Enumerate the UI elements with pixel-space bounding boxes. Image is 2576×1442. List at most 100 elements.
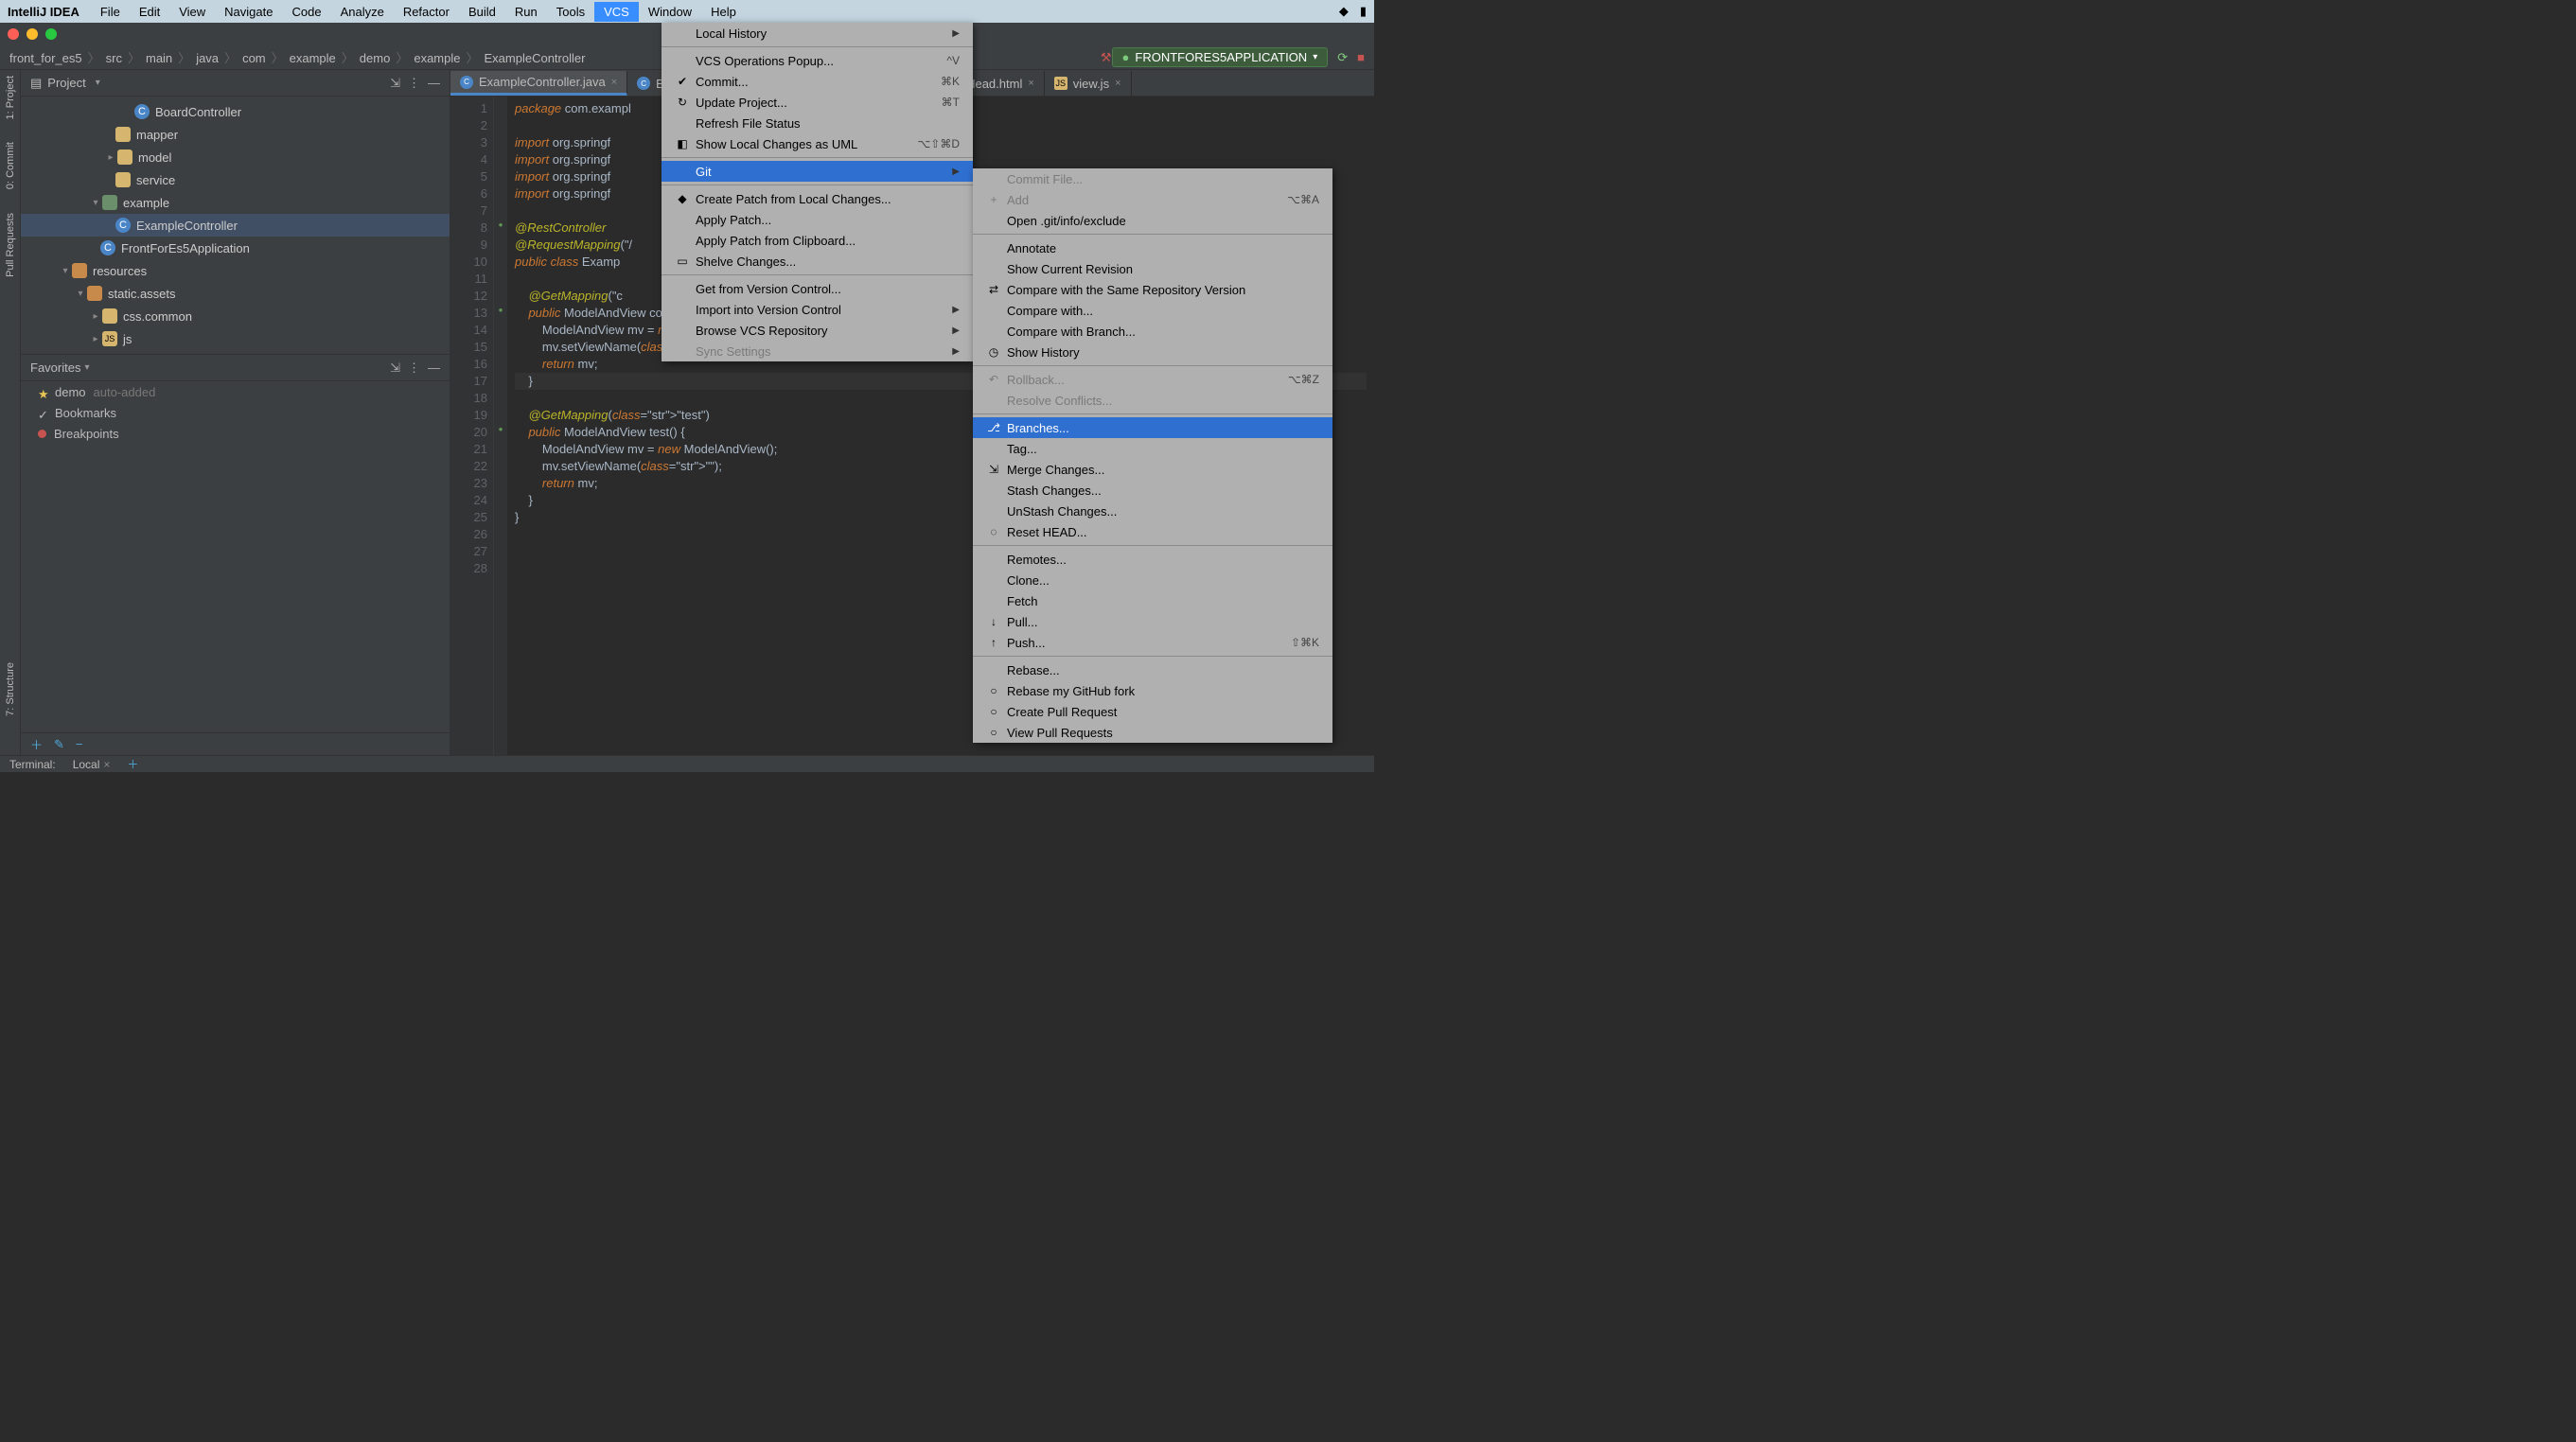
menu-item[interactable]: Compare with... (973, 300, 1332, 321)
run-icon[interactable]: ⟳ (1337, 50, 1348, 65)
menu-item[interactable]: VCS Operations Popup...^V (662, 50, 973, 71)
collapse-icon[interactable]: ⇲ (390, 76, 400, 91)
favorites-item[interactable]: ★demoauto-added (21, 381, 450, 402)
menu-file[interactable]: File (91, 2, 130, 22)
menu-item[interactable]: Apply Patch from Clipboard... (662, 230, 973, 251)
edit-icon[interactable]: ✎ (54, 737, 64, 752)
terminal-tab[interactable]: Local× (73, 758, 111, 771)
editor-tab[interactable]: CExampleController.java× (450, 71, 627, 96)
menu-item[interactable]: ✔Commit...⌘K (662, 71, 973, 92)
menu-item[interactable]: Stash Changes... (973, 480, 1332, 501)
close-tab-icon[interactable]: × (611, 77, 617, 88)
favorites-item[interactable]: Breakpoints (21, 423, 450, 444)
menu-item[interactable]: Open .git/info/exclude (973, 210, 1332, 231)
menu-run[interactable]: Run (505, 2, 547, 22)
settings-icon[interactable]: ⋮ (408, 76, 420, 91)
menu-item[interactable]: Git▶ (662, 161, 973, 182)
menu-item[interactable]: ○Rebase my GitHub fork (973, 680, 1332, 701)
tool-project[interactable]: 1: Project (5, 76, 16, 119)
git-submenu[interactable]: Commit File...+Add⌥⌘AOpen .git/info/excl… (973, 168, 1332, 743)
menu-item[interactable]: Rebase... (973, 659, 1332, 680)
tree-item[interactable]: mapper (21, 123, 450, 146)
menu-build[interactable]: Build (459, 2, 505, 22)
menu-item[interactable]: ↑Push...⇧⌘K (973, 632, 1332, 653)
tree-twisty[interactable]: ▸ (89, 311, 102, 322)
menu-item[interactable]: UnStash Changes... (973, 501, 1332, 521)
menu-item[interactable]: ⇲Merge Changes... (973, 459, 1332, 480)
tree-item[interactable]: service (21, 168, 450, 191)
breadcrumb-item[interactable]: demo (360, 51, 391, 65)
remove-icon[interactable]: − (76, 737, 83, 751)
tree-item[interactable]: CExampleController (21, 214, 450, 237)
tree-twisty[interactable]: ▾ (89, 198, 102, 208)
tool-pull-requests[interactable]: Pull Requests (5, 213, 16, 277)
evernote-icon[interactable]: ◆ (1339, 4, 1349, 19)
menu-item[interactable]: Browse VCS Repository▶ (662, 320, 973, 341)
stop-icon[interactable]: ■ (1357, 50, 1365, 64)
menu-analyze[interactable]: Analyze (331, 2, 394, 22)
minimize-window[interactable] (26, 28, 38, 40)
run-config-selector[interactable]: ● FRONTFORES5APPLICATION (1112, 47, 1329, 67)
breadcrumb-item[interactable]: src (106, 51, 122, 65)
menu-window[interactable]: Window (639, 2, 701, 22)
close-window[interactable] (8, 28, 19, 40)
menu-code[interactable]: Code (282, 2, 330, 22)
tree-twisty[interactable]: ▸ (104, 152, 117, 163)
breadcrumb-item[interactable]: ExampleController (485, 51, 586, 65)
favorites-item[interactable]: ✓Bookmarks (21, 402, 450, 423)
tool-commit[interactable]: 0: Commit (5, 142, 16, 189)
tree-item[interactable]: ▸JSjs (21, 327, 450, 350)
project-tree[interactable]: CBoardControllermapper▸modelservice▾exam… (21, 97, 450, 354)
menu-item[interactable]: ◧Show Local Changes as UML⌥⇧⌘D (662, 133, 973, 154)
close-icon[interactable]: × (103, 758, 110, 771)
menu-item[interactable]: Show Current Revision (973, 258, 1332, 279)
menu-item[interactable]: ⎇Branches... (973, 417, 1332, 438)
menu-item[interactable]: Tag... (973, 438, 1332, 459)
breadcrumb-item[interactable]: main (146, 51, 172, 65)
project-panel-header[interactable]: ▤Project ⇲ ⋮ — (21, 70, 450, 97)
window-controls[interactable] (8, 28, 57, 40)
menu-item[interactable]: Compare with Branch... (973, 321, 1332, 342)
breadcrumb-item[interactable]: example (414, 51, 460, 65)
menu-item[interactable]: Fetch (973, 590, 1332, 611)
breadcrumb-item[interactable]: example (290, 51, 336, 65)
menu-item[interactable]: Clone... (973, 570, 1332, 590)
breadcrumb-item[interactable]: com (242, 51, 266, 65)
menu-view[interactable]: View (169, 2, 215, 22)
tree-item[interactable]: ▾static.assets (21, 282, 450, 305)
hide-icon[interactable]: — (428, 76, 440, 90)
close-tab-icon[interactable]: × (1028, 78, 1033, 89)
menu-item[interactable]: ↓Pull... (973, 611, 1332, 632)
line-number-gutter[interactable]: 1234567891011121314151617181920212223242… (450, 97, 494, 755)
menu-item[interactable]: ⇄Compare with the Same Repository Versio… (973, 279, 1332, 300)
marker-gutter[interactable] (494, 97, 507, 755)
terminal-label[interactable]: Terminal: (9, 758, 56, 771)
close-tab-icon[interactable]: × (1115, 78, 1120, 89)
tree-twisty[interactable]: ▾ (59, 266, 72, 276)
tree-item[interactable]: ▾resources (21, 259, 450, 282)
menu-item[interactable]: ↻Update Project...⌘T (662, 92, 973, 113)
tool-structure[interactable]: 7: Structure (5, 662, 16, 716)
tree-item[interactable]: CBoardController (21, 100, 450, 123)
favorites-header[interactable]: Favorites ⇲ ⋮ — (21, 355, 450, 381)
add-terminal-icon[interactable]: ＋ (127, 756, 138, 772)
menu-item[interactable]: Apply Patch... (662, 209, 973, 230)
hide-icon[interactable]: — (428, 360, 440, 375)
collapse-icon[interactable]: ⇲ (390, 360, 400, 376)
battery-icon[interactable]: ▮ (1360, 4, 1367, 19)
breadcrumb-item[interactable]: java (196, 51, 219, 65)
tree-item[interactable]: ▸model (21, 146, 450, 168)
menu-refactor[interactable]: Refactor (394, 2, 459, 22)
tree-item[interactable]: ▸css.common (21, 305, 450, 327)
vcs-menu[interactable]: Local History▶VCS Operations Popup...^V✔… (662, 23, 973, 361)
editor-tab[interactable]: JSview.js× (1045, 71, 1132, 96)
menu-item[interactable]: ▭Shelve Changes... (662, 251, 973, 272)
zoom-window[interactable] (45, 28, 57, 40)
menu-vcs[interactable]: VCS (594, 2, 639, 22)
menu-item[interactable]: Annotate (973, 237, 1332, 258)
menu-item[interactable]: ◷Show History (973, 342, 1332, 362)
add-icon[interactable]: ＋ (30, 735, 43, 753)
settings-icon[interactable]: ⋮ (408, 360, 420, 376)
menu-item[interactable]: Get from Version Control... (662, 278, 973, 299)
menu-item[interactable]: ○View Pull Requests (973, 722, 1332, 743)
